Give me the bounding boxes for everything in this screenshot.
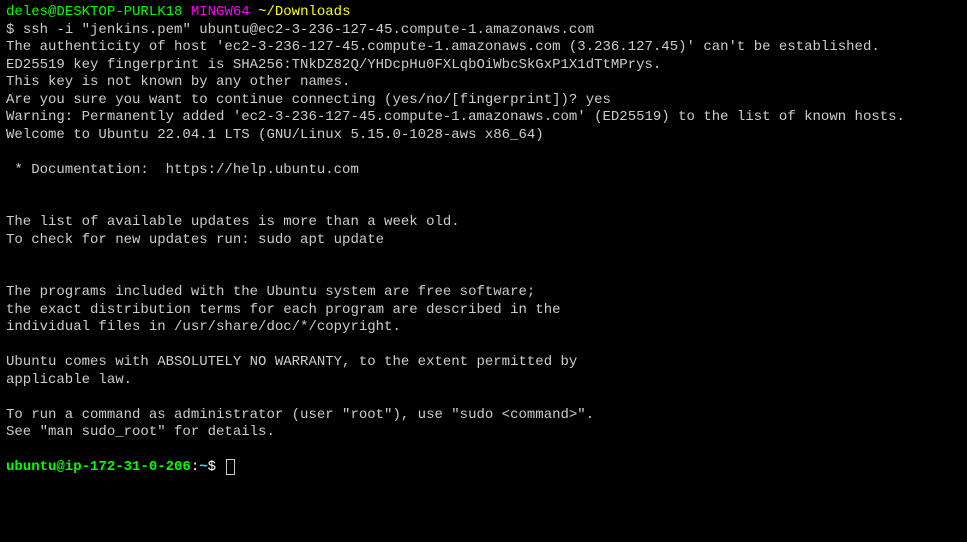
path-1: ~/Downloads — [258, 4, 350, 20]
user-host-1: deles@DESKTOP-PURLK18 — [6, 4, 182, 20]
output-authenticity: The authenticity of host 'ec2-3-236-127-… — [6, 39, 961, 57]
output-welcome: Welcome to Ubuntu 22.04.1 LTS (GNU/Linux… — [6, 127, 961, 145]
path-2: ~ — [199, 459, 207, 475]
prompt-line-2[interactable]: ubuntu@ip-172-31-0-206:~$ — [6, 459, 961, 477]
blank-5 — [6, 267, 961, 285]
colon: : — [191, 459, 199, 475]
env-label: MINGW64 — [191, 4, 250, 20]
output-not-known: This key is not known by any other names… — [6, 74, 961, 92]
blank-3 — [6, 197, 961, 215]
blank-2 — [6, 179, 961, 197]
command-line-1[interactable]: $ ssh -i "jenkins.pem" ubuntu@ec2-3-236-… — [6, 22, 961, 40]
output-documentation: * Documentation: https://help.ubuntu.com — [6, 162, 961, 180]
blank-6 — [6, 337, 961, 355]
prompt-symbol-2: $ — [208, 459, 216, 475]
output-confirm-prompt: Are you sure you want to continue connec… — [6, 92, 961, 110]
prompt-symbol-1: $ — [6, 22, 14, 38]
blank-8 — [6, 442, 961, 460]
cursor — [226, 459, 235, 475]
prompt-line-1: deles@DESKTOP-PURLK18 MINGW64 ~/Download… — [6, 4, 961, 22]
blank-4 — [6, 249, 961, 267]
blank-1 — [6, 144, 961, 162]
output-warning-added: Warning: Permanently added 'ec2-3-236-12… — [6, 109, 961, 127]
output-warranty-1: Ubuntu comes with ABSOLUTELY NO WARRANTY… — [6, 354, 961, 372]
blank-7 — [6, 389, 961, 407]
output-sudo-2: See "man sudo_root" for details. — [6, 424, 961, 442]
output-programs-3: individual files in /usr/share/doc/*/cop… — [6, 319, 961, 337]
output-fingerprint: ED25519 key fingerprint is SHA256:TNkDZ8… — [6, 57, 961, 75]
output-programs-2: the exact distribution terms for each pr… — [6, 302, 961, 320]
output-check-updates: To check for new updates run: sudo apt u… — [6, 232, 961, 250]
output-updates-old: The list of available updates is more th… — [6, 214, 961, 232]
output-programs-1: The programs included with the Ubuntu sy… — [6, 284, 961, 302]
output-warranty-2: applicable law. — [6, 372, 961, 390]
ssh-command: ssh -i "jenkins.pem" ubuntu@ec2-3-236-12… — [23, 22, 594, 38]
user-host-2: ubuntu@ip-172-31-0-206 — [6, 459, 191, 475]
output-sudo-1: To run a command as administrator (user … — [6, 407, 961, 425]
